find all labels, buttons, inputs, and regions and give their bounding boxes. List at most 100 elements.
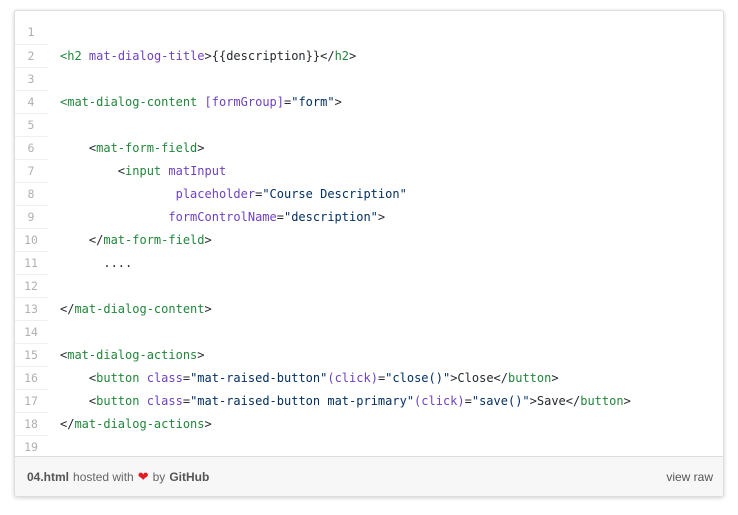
code-token: >Close</: [450, 370, 508, 385]
line-number: 14: [15, 319, 48, 344]
code-token: button: [508, 370, 552, 385]
code-token: matInput: [168, 163, 227, 178]
code-line: 9 formControlName="description">: [15, 204, 723, 229]
code-line: 5: [15, 112, 723, 137]
code-token: mat-dialog-actions: [74, 416, 205, 431]
code-text: <mat-dialog-actions>: [48, 342, 723, 367]
code-token: button: [96, 393, 140, 408]
code-line: 14: [15, 319, 723, 344]
line-number: 3: [15, 66, 48, 91]
code-token: >Save</: [529, 393, 581, 408]
code-token: >: [349, 48, 357, 63]
code-text: </mat-dialog-content>: [48, 296, 723, 321]
gist-embed: 1 2 <h2 mat-dialog-title>{{description}}</…: [14, 10, 724, 497]
code-token: </: [60, 232, 104, 247]
line-number: 2: [15, 43, 48, 68]
code-line: 8 placeholder="Course Description": [15, 181, 723, 206]
code-line: 11 ....: [15, 250, 723, 275]
code-token: (click): [327, 370, 378, 385]
code-token: class: [146, 370, 183, 385]
code-token: mat-form-field: [103, 232, 205, 247]
line-number: 18: [15, 411, 48, 436]
line-number: 6: [15, 135, 48, 160]
code-token: button: [96, 370, 140, 385]
line-number: 15: [15, 342, 48, 367]
code-token: (click): [414, 393, 465, 408]
code-token: =: [464, 393, 472, 408]
github-link[interactable]: GitHub: [169, 470, 209, 484]
line-number: 13: [15, 296, 48, 321]
code-line: 6 <mat-form-field>: [15, 135, 723, 160]
line-number: 10: [15, 227, 48, 252]
code-line: 1: [15, 21, 723, 44]
line-number: 19: [15, 434, 48, 459]
code-token: =: [182, 393, 191, 408]
code-line: 13 </mat-dialog-content>: [15, 296, 723, 321]
code-token: >: [623, 393, 631, 408]
code-token: <: [60, 370, 97, 385]
code-line: 19: [15, 434, 723, 459]
line-number: 11: [15, 250, 48, 275]
code-listing: 1 2 <h2 mat-dialog-title>{{description}}</…: [15, 21, 723, 459]
code-token: </: [60, 301, 75, 316]
code-token: h2: [334, 48, 350, 63]
code-line: 3: [15, 66, 723, 91]
line-number: 8: [15, 181, 48, 206]
code-token: =: [276, 209, 284, 224]
code-text: [48, 319, 723, 344]
code-line: 4 <mat-dialog-content [formGroup]="form">: [15, 89, 723, 114]
line-number: 5: [15, 112, 48, 137]
code-token: formControlName: [168, 209, 277, 224]
code-text: placeholder="Course Description": [48, 181, 723, 206]
code-token: >: [204, 301, 212, 316]
code-token: >{{description}}</: [204, 48, 335, 63]
code-token: mat-dialog-content: [74, 301, 205, 316]
code-token: >: [334, 94, 342, 109]
code-text: formControlName="description">: [48, 204, 723, 229]
code-text: <h2 mat-dialog-title>{{description}}</h2…: [48, 43, 723, 68]
code-token: mat-dialog-title: [88, 48, 205, 63]
code-token: input: [125, 163, 162, 178]
code-token: <: [60, 140, 97, 155]
hosted-with-text: hosted with: [73, 469, 134, 484]
code-line: 16 <button class="mat-raised-button"(cli…: [15, 365, 723, 390]
code-text: <button class="mat-raised-button"(click)…: [48, 365, 723, 390]
code-line: 17 <button class="mat-raised-button mat-…: [15, 388, 723, 413]
code-token: >: [377, 209, 386, 224]
code-token: <mat-dialog-content: [60, 94, 198, 109]
code-text: </mat-dialog-actions>: [48, 411, 723, 436]
code-text: [48, 434, 723, 459]
code-token: class: [146, 393, 183, 408]
code-token: >: [197, 140, 205, 155]
line-number: 4: [15, 89, 48, 114]
code-token: "save()": [471, 393, 530, 408]
code-token: <h2: [60, 48, 82, 63]
code-token: =: [182, 370, 191, 385]
code-token: [formGroup]: [204, 94, 284, 109]
code-text: </mat-form-field>: [48, 227, 723, 252]
code-token: <: [60, 163, 126, 178]
code-token: mat-dialog-actions: [67, 347, 198, 362]
code-line: 18 </mat-dialog-actions>: [15, 411, 723, 436]
line-number: 9: [15, 204, 48, 229]
code-token: mat-form-field: [96, 140, 198, 155]
code-token: "form": [291, 94, 335, 109]
code-token: </: [60, 416, 75, 431]
code-text: [48, 66, 723, 91]
code-token: "description": [283, 209, 378, 224]
code-text: <mat-form-field>: [48, 135, 723, 160]
code-token: >: [204, 232, 212, 247]
line-number: 12: [15, 273, 48, 298]
line-number: 17: [15, 388, 48, 413]
code-line: 7 <input matInput: [15, 158, 723, 183]
code-token: "mat-raised-button mat-primary": [190, 393, 415, 408]
code-token: ....: [60, 255, 133, 270]
view-raw-link[interactable]: view raw: [666, 470, 713, 484]
file-name-link[interactable]: 04.html: [27, 470, 69, 484]
code-token: >: [197, 347, 205, 362]
gist-footer: 04.html hosted with ❤ by GitHub view raw: [15, 456, 723, 496]
